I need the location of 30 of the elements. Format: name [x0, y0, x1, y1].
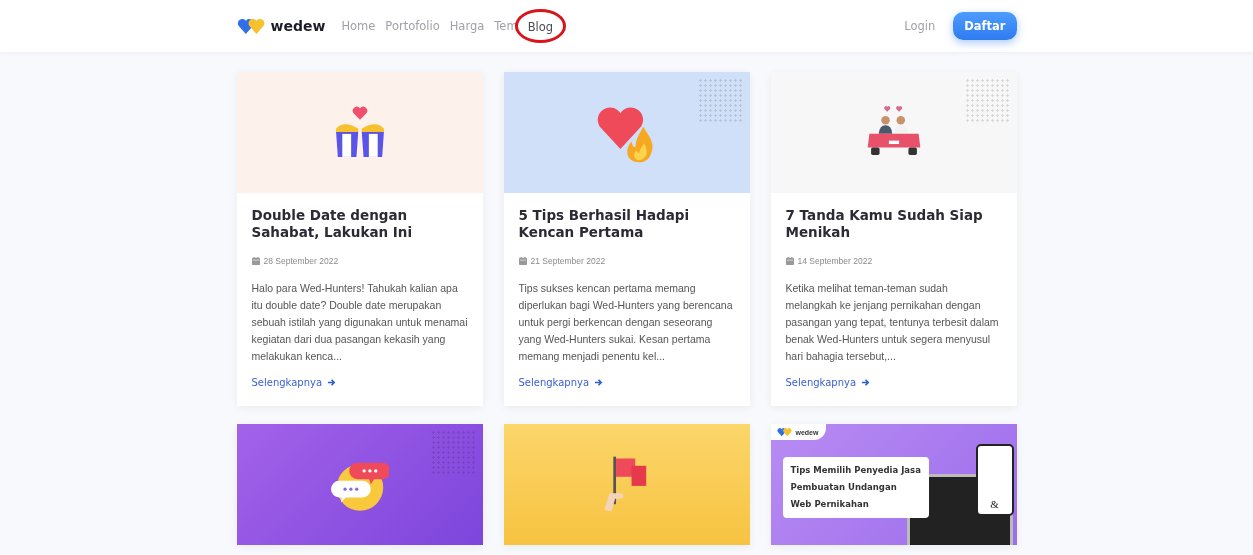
arrow-right-icon — [594, 378, 604, 387]
arrow-right-icon — [327, 378, 337, 387]
read-more-link[interactable]: Selengkapnya — [251, 377, 337, 388]
banner-title: Tips Memilih Penyedia Jasa — [790, 464, 921, 477]
read-more-link[interactable]: Selengkapnya — [785, 377, 871, 388]
dot-pattern — [697, 78, 742, 122]
calendar-icon — [251, 257, 260, 265]
post-excerpt: Ketika melihat teman-teman sudah melangkah ke jenjang pernikahan dengan pasangan yang tepat, tentunya terbesit dalam benak Wed-Hunters untuk segera menyusul hari bahagia tersebut,... — [785, 281, 1000, 364]
phone-text: & — [990, 498, 999, 510]
read-more-link[interactable]: Selengkapnya — [518, 377, 604, 388]
post-title[interactable]: 5 Tips Berhasil Hadapi Kencan Pertama — [518, 207, 735, 241]
banner-title: Pembuatan Undangan — [790, 481, 898, 494]
post-date: 28 September 2022 — [263, 256, 339, 266]
nav-link[interactable]: Blog — [527, 20, 554, 34]
post-excerpt: Halo para Wed-Hunters! Tahukah kalian apa itu double date? Double date merupakan sebuah istilah yang digunakan untuk menamai kegiatan dari dua pasangan kekasih yang melakukan kenca... — [251, 281, 468, 364]
calendar-icon — [518, 257, 527, 265]
post-title[interactable]: 7 Tanda Kamu Sudah Siap Menikah — [785, 207, 1002, 241]
post-date: 21 September 2022 — [530, 256, 606, 266]
arrow-right-icon — [861, 378, 871, 387]
dot-pattern — [430, 430, 475, 474]
signup-button[interactable]: Daftar — [953, 12, 1017, 40]
logo-text: wedew — [270, 18, 326, 34]
logo-hearts-icon — [776, 427, 793, 437]
post-date: 14 September 2022 — [797, 256, 873, 266]
banner-title: Web Pernikahan — [790, 498, 870, 511]
post-title[interactable]: Double Date dengan Sahabat, Lakukan Ini — [251, 207, 468, 241]
dot-pattern — [964, 78, 1009, 122]
post-excerpt: Tips sukses kencan pertama memang diperlukan bagi Wed-Hunters yang berencana untuk pergi berkencan dengan seseorang yang Wed-Hunters sukai. Kesan pertama memang menjadi penentu kel... — [518, 281, 734, 364]
logo-hearts-icon — [236, 17, 267, 35]
calendar-icon — [785, 257, 794, 265]
